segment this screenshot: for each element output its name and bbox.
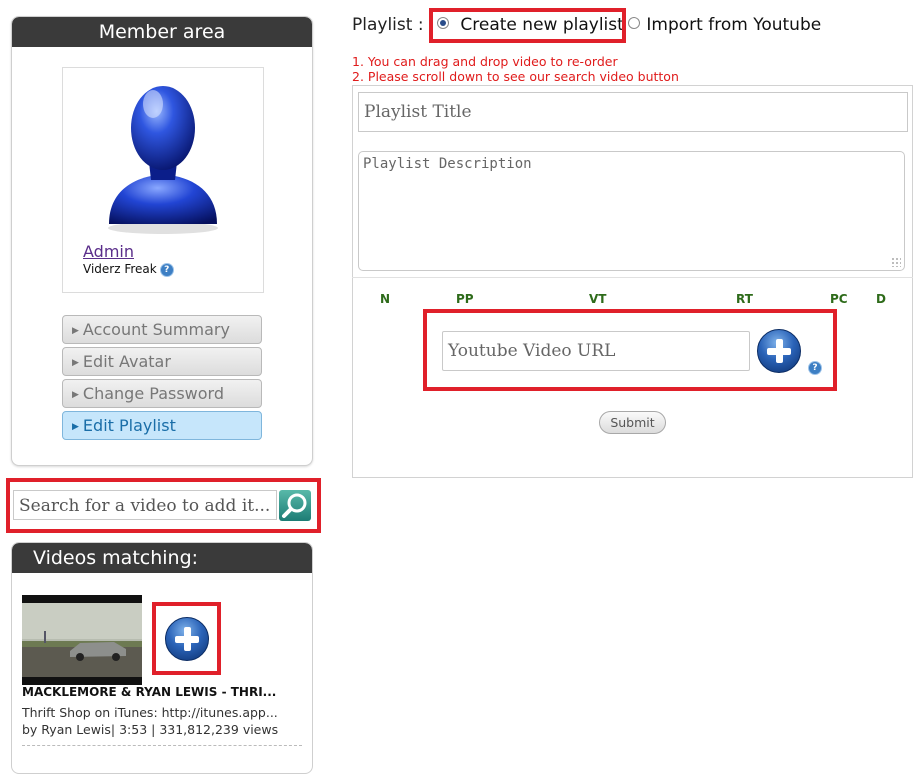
user-rank: Viderz Freak? xyxy=(83,262,174,277)
help-icon[interactable]: ? xyxy=(159,262,174,277)
radio-import-label: Import from Youtube xyxy=(646,15,822,35)
videos-matching-header: Videos matching: xyxy=(12,543,312,573)
column-n: N xyxy=(380,292,391,306)
menu-label: Account Summary xyxy=(82,320,230,339)
menu-label: Change Password xyxy=(82,384,224,403)
menu-edit-playlist[interactable]: ▶ Edit Playlist xyxy=(62,411,262,440)
member-area-header: Member area xyxy=(12,17,312,47)
highlight-create-playlist xyxy=(429,8,626,43)
menu-label: Edit Playlist xyxy=(82,416,176,435)
menu-change-password[interactable]: ▶ Change Password xyxy=(62,379,262,408)
user-avatar-icon xyxy=(108,86,218,234)
username-link[interactable]: Admin xyxy=(83,242,134,261)
video-thumbnail[interactable] xyxy=(22,595,142,685)
search-button[interactable] xyxy=(279,490,311,521)
divider xyxy=(352,277,913,278)
description-placeholder: Playlist Description xyxy=(363,156,532,172)
avatar-card: Admin Viderz Freak? xyxy=(62,67,264,293)
playlist-description-input[interactable]: Playlist Description xyxy=(358,151,905,271)
divider xyxy=(22,745,302,746)
add-url-button[interactable] xyxy=(757,329,801,373)
resize-grip-icon[interactable] xyxy=(891,257,901,267)
video-thumbnail-image xyxy=(22,595,142,685)
column-rt: RT xyxy=(736,292,753,306)
column-vt: VT xyxy=(589,292,607,306)
search-icon xyxy=(282,493,307,518)
menu-label: Edit Avatar xyxy=(82,352,171,371)
radio-icon[interactable] xyxy=(628,17,640,29)
radio-import-youtube[interactable]: Import from Youtube xyxy=(628,15,821,35)
playlist-title-input[interactable]: Playlist Title xyxy=(358,92,908,132)
note-scroll: 2. Please scroll down to see our search … xyxy=(352,69,679,84)
column-pc: PC xyxy=(830,292,848,306)
note-reorder: 1. You can drag and drop video to re-ord… xyxy=(352,54,618,69)
youtube-url-input[interactable]: Youtube Video URL xyxy=(442,331,750,371)
user-rank-label: Viderz Freak xyxy=(83,262,157,276)
menu-account-summary[interactable]: ▶ Account Summary xyxy=(62,315,262,344)
highlight-add-video xyxy=(152,602,221,675)
caret-right-icon: ▶ xyxy=(72,358,79,368)
video-search-input[interactable]: Search for a video to add it... xyxy=(13,490,277,520)
caret-right-icon: ▶ xyxy=(72,422,79,432)
column-pp: PP xyxy=(456,292,474,306)
member-area-panel: Member area Admin Viderz Freak ? ▶ Accou… xyxy=(11,16,313,466)
column-d: D xyxy=(876,292,886,306)
submit-button[interactable]: Submit xyxy=(599,411,666,434)
video-title[interactable]: MACKLEMORE & RYAN LEWIS - THRI... xyxy=(22,685,276,699)
video-description: Thrift Shop on iTunes: http://itunes.app… xyxy=(22,705,278,720)
video-meta: by Ryan Lewis| 3:53 | 331,812,239 views xyxy=(22,722,279,737)
playlist-label: Playlist : xyxy=(352,15,424,35)
caret-right-icon: ▶ xyxy=(72,326,79,336)
caret-right-icon: ▶ xyxy=(72,390,79,400)
help-icon[interactable]: ? xyxy=(808,361,822,375)
menu-edit-avatar[interactable]: ▶ Edit Avatar xyxy=(62,347,262,376)
